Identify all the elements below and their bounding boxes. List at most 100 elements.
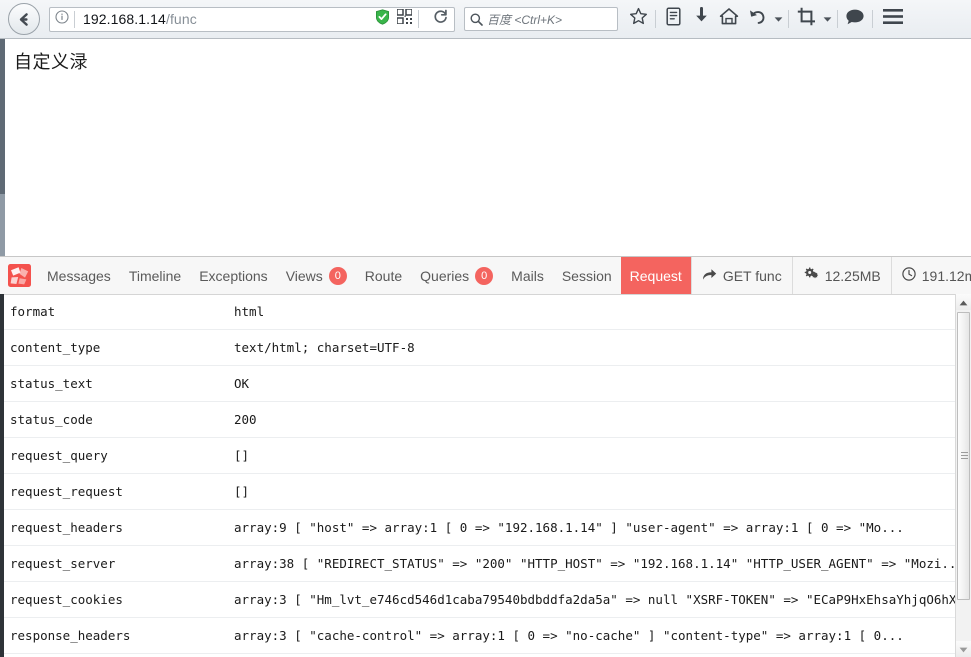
scroll-up-arrow-icon — [959, 294, 968, 311]
toolbar-divider-5 — [872, 10, 873, 28]
screenshot-button[interactable] — [792, 4, 820, 34]
table-row[interactable]: format html — [4, 294, 971, 330]
table-row[interactable]: status_text OK — [4, 366, 971, 402]
row-value: 200 — [228, 402, 971, 438]
scrollbar-thumb[interactable] — [957, 312, 970, 600]
row-key: status_text — [4, 366, 228, 402]
tab-views[interactable]: Views 0 — [277, 257, 356, 294]
home-icon — [719, 7, 739, 31]
reading-list-button[interactable] — [659, 4, 687, 34]
reload-icon — [432, 8, 449, 30]
stat-current-route[interactable]: GET func — [691, 257, 792, 294]
browser-tool-icons — [624, 4, 910, 34]
tab-route-label: Route — [365, 268, 402, 284]
debugbar-panel-request: format html content_type text/html; char… — [0, 294, 971, 657]
row-key: path_info — [4, 654, 228, 657]
tab-route[interactable]: Route — [356, 257, 411, 294]
scrollbar-grip-icon — [961, 452, 968, 460]
back-button[interactable] — [8, 3, 40, 35]
table-row[interactable]: request_headers array:9 [ "host" => arra… — [4, 510, 971, 546]
request-data-table: format html content_type text/html; char… — [4, 294, 971, 657]
home-button[interactable] — [715, 4, 743, 34]
qr-code-button[interactable] — [393, 8, 415, 30]
tab-exceptions[interactable]: Exceptions — [190, 257, 276, 294]
tab-queries[interactable]: Queries 0 — [411, 257, 502, 294]
table-row[interactable]: request_request [] — [4, 474, 971, 510]
tab-request-label: Request — [630, 268, 682, 284]
scroll-up-button[interactable] — [956, 294, 971, 310]
tab-session[interactable]: Session — [553, 257, 621, 294]
toolbar-divider-4 — [837, 10, 838, 28]
info-circle-icon — [55, 10, 69, 29]
search-bar[interactable]: 百度 <Ctrl+K> — [464, 7, 618, 31]
gears-icon — [803, 267, 819, 284]
row-key: request_headers — [4, 510, 228, 546]
stat-memory[interactable]: 12.25MB — [792, 257, 891, 294]
table-row[interactable]: content_type text/html; charset=UTF-8 — [4, 330, 971, 366]
bookmark-star-button[interactable] — [624, 4, 652, 34]
menu-button[interactable] — [876, 4, 910, 34]
table-row[interactable]: response_headers array:3 [ "cache-contro… — [4, 618, 971, 654]
search-input[interactable]: 百度 <Ctrl+K> — [487, 11, 562, 28]
url-path: /func — [166, 11, 197, 27]
browser-toolbar: 192.168.1.14/func — [0, 0, 971, 39]
undo-dropdown-button[interactable] — [771, 4, 785, 34]
toolbar-divider-3 — [788, 10, 789, 28]
row-value: [] — [228, 474, 971, 510]
row-value: [] — [228, 438, 971, 474]
table-row[interactable]: request_query [] — [4, 438, 971, 474]
table-row[interactable]: request_cookies array:3 [ "Hm_lvt_e746cd… — [4, 582, 971, 618]
row-value: /func — [228, 654, 971, 657]
address-bar[interactable]: 192.168.1.14/func — [49, 7, 455, 32]
row-value: array:3 [ "Hm_lvt_e746cd546d1caba79540bd… — [228, 582, 971, 618]
row-key: request_server — [4, 546, 228, 582]
stat-memory-label: 12.25MB — [825, 268, 881, 284]
site-info-button[interactable] — [50, 8, 74, 31]
reading-list-icon — [665, 7, 682, 31]
laravel-logo-icon[interactable] — [0, 257, 38, 294]
reload-button[interactable] — [426, 6, 454, 32]
row-value: html — [228, 294, 971, 330]
tab-timeline[interactable]: Timeline — [120, 257, 190, 294]
undo-button[interactable] — [743, 4, 771, 34]
back-arrow-icon — [16, 11, 33, 28]
tab-mails[interactable]: Mails — [502, 257, 553, 294]
url-host: 192.168.1.14 — [83, 11, 166, 27]
screenshot-dropdown-button[interactable] — [820, 4, 834, 34]
caret-down-icon — [774, 10, 783, 28]
search-icon — [465, 13, 487, 26]
scroll-down-arrow-icon — [959, 640, 968, 657]
tab-queries-badge: 0 — [475, 267, 493, 285]
tab-views-label: Views — [286, 268, 323, 284]
address-input[interactable]: 192.168.1.14/func — [75, 11, 371, 27]
scroll-down-button[interactable] — [956, 641, 971, 657]
tab-mails-label: Mails — [511, 268, 544, 284]
address-bar-icons — [371, 8, 424, 30]
debugbar-scrollbar[interactable] — [955, 294, 971, 657]
debugbar-header: Messages Timeline Exceptions Views 0 Rou… — [0, 257, 971, 295]
row-key: format — [4, 294, 228, 330]
security-shield-button[interactable] — [371, 8, 393, 30]
stat-current-route-label: GET func — [723, 268, 782, 284]
row-value: OK — [228, 366, 971, 402]
row-key: request_query — [4, 438, 228, 474]
tab-exceptions-label: Exceptions — [199, 268, 267, 284]
hamburger-menu-icon — [882, 8, 904, 30]
row-key: request_request — [4, 474, 228, 510]
crop-icon — [797, 7, 816, 31]
row-key: status_code — [4, 402, 228, 438]
tab-queries-label: Queries — [420, 268, 469, 284]
tab-timeline-label: Timeline — [129, 268, 181, 284]
table-row[interactable]: status_code 200 — [4, 402, 971, 438]
table-row[interactable]: request_server array:38 [ "REDIRECT_STAT… — [4, 546, 971, 582]
toolbar-divider-2 — [655, 10, 656, 28]
page-title: 自定义渌 — [14, 48, 88, 74]
feedback-button[interactable] — [841, 4, 869, 34]
downloads-icon — [693, 7, 710, 31]
table-row[interactable]: path_info /func — [4, 654, 971, 657]
downloads-button[interactable] — [687, 4, 715, 34]
stat-time[interactable]: 191.12ms — [891, 257, 971, 294]
tab-session-label: Session — [562, 268, 612, 284]
tab-messages[interactable]: Messages — [38, 257, 120, 294]
tab-request[interactable]: Request — [621, 257, 691, 294]
